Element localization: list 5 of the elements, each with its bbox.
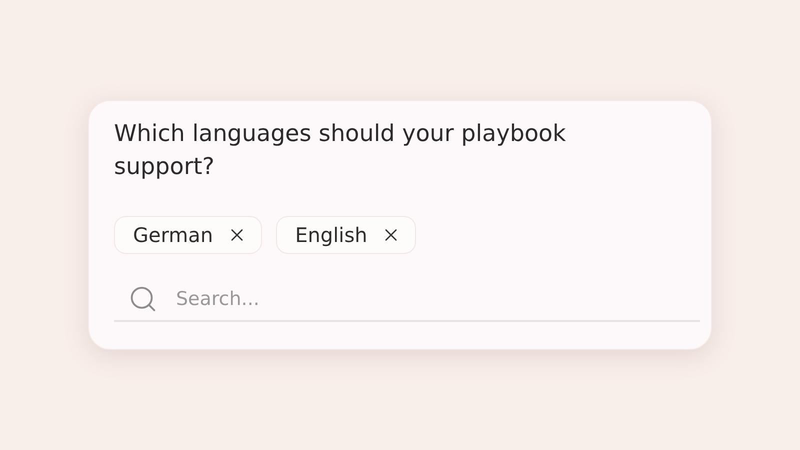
question-title: Which languages should your playbook support?: [114, 120, 567, 182]
chip-label: English: [295, 223, 368, 247]
chip-label: German: [133, 223, 214, 247]
search-icon: [128, 284, 158, 314]
search-field[interactable]: Search...: [174, 287, 700, 311]
